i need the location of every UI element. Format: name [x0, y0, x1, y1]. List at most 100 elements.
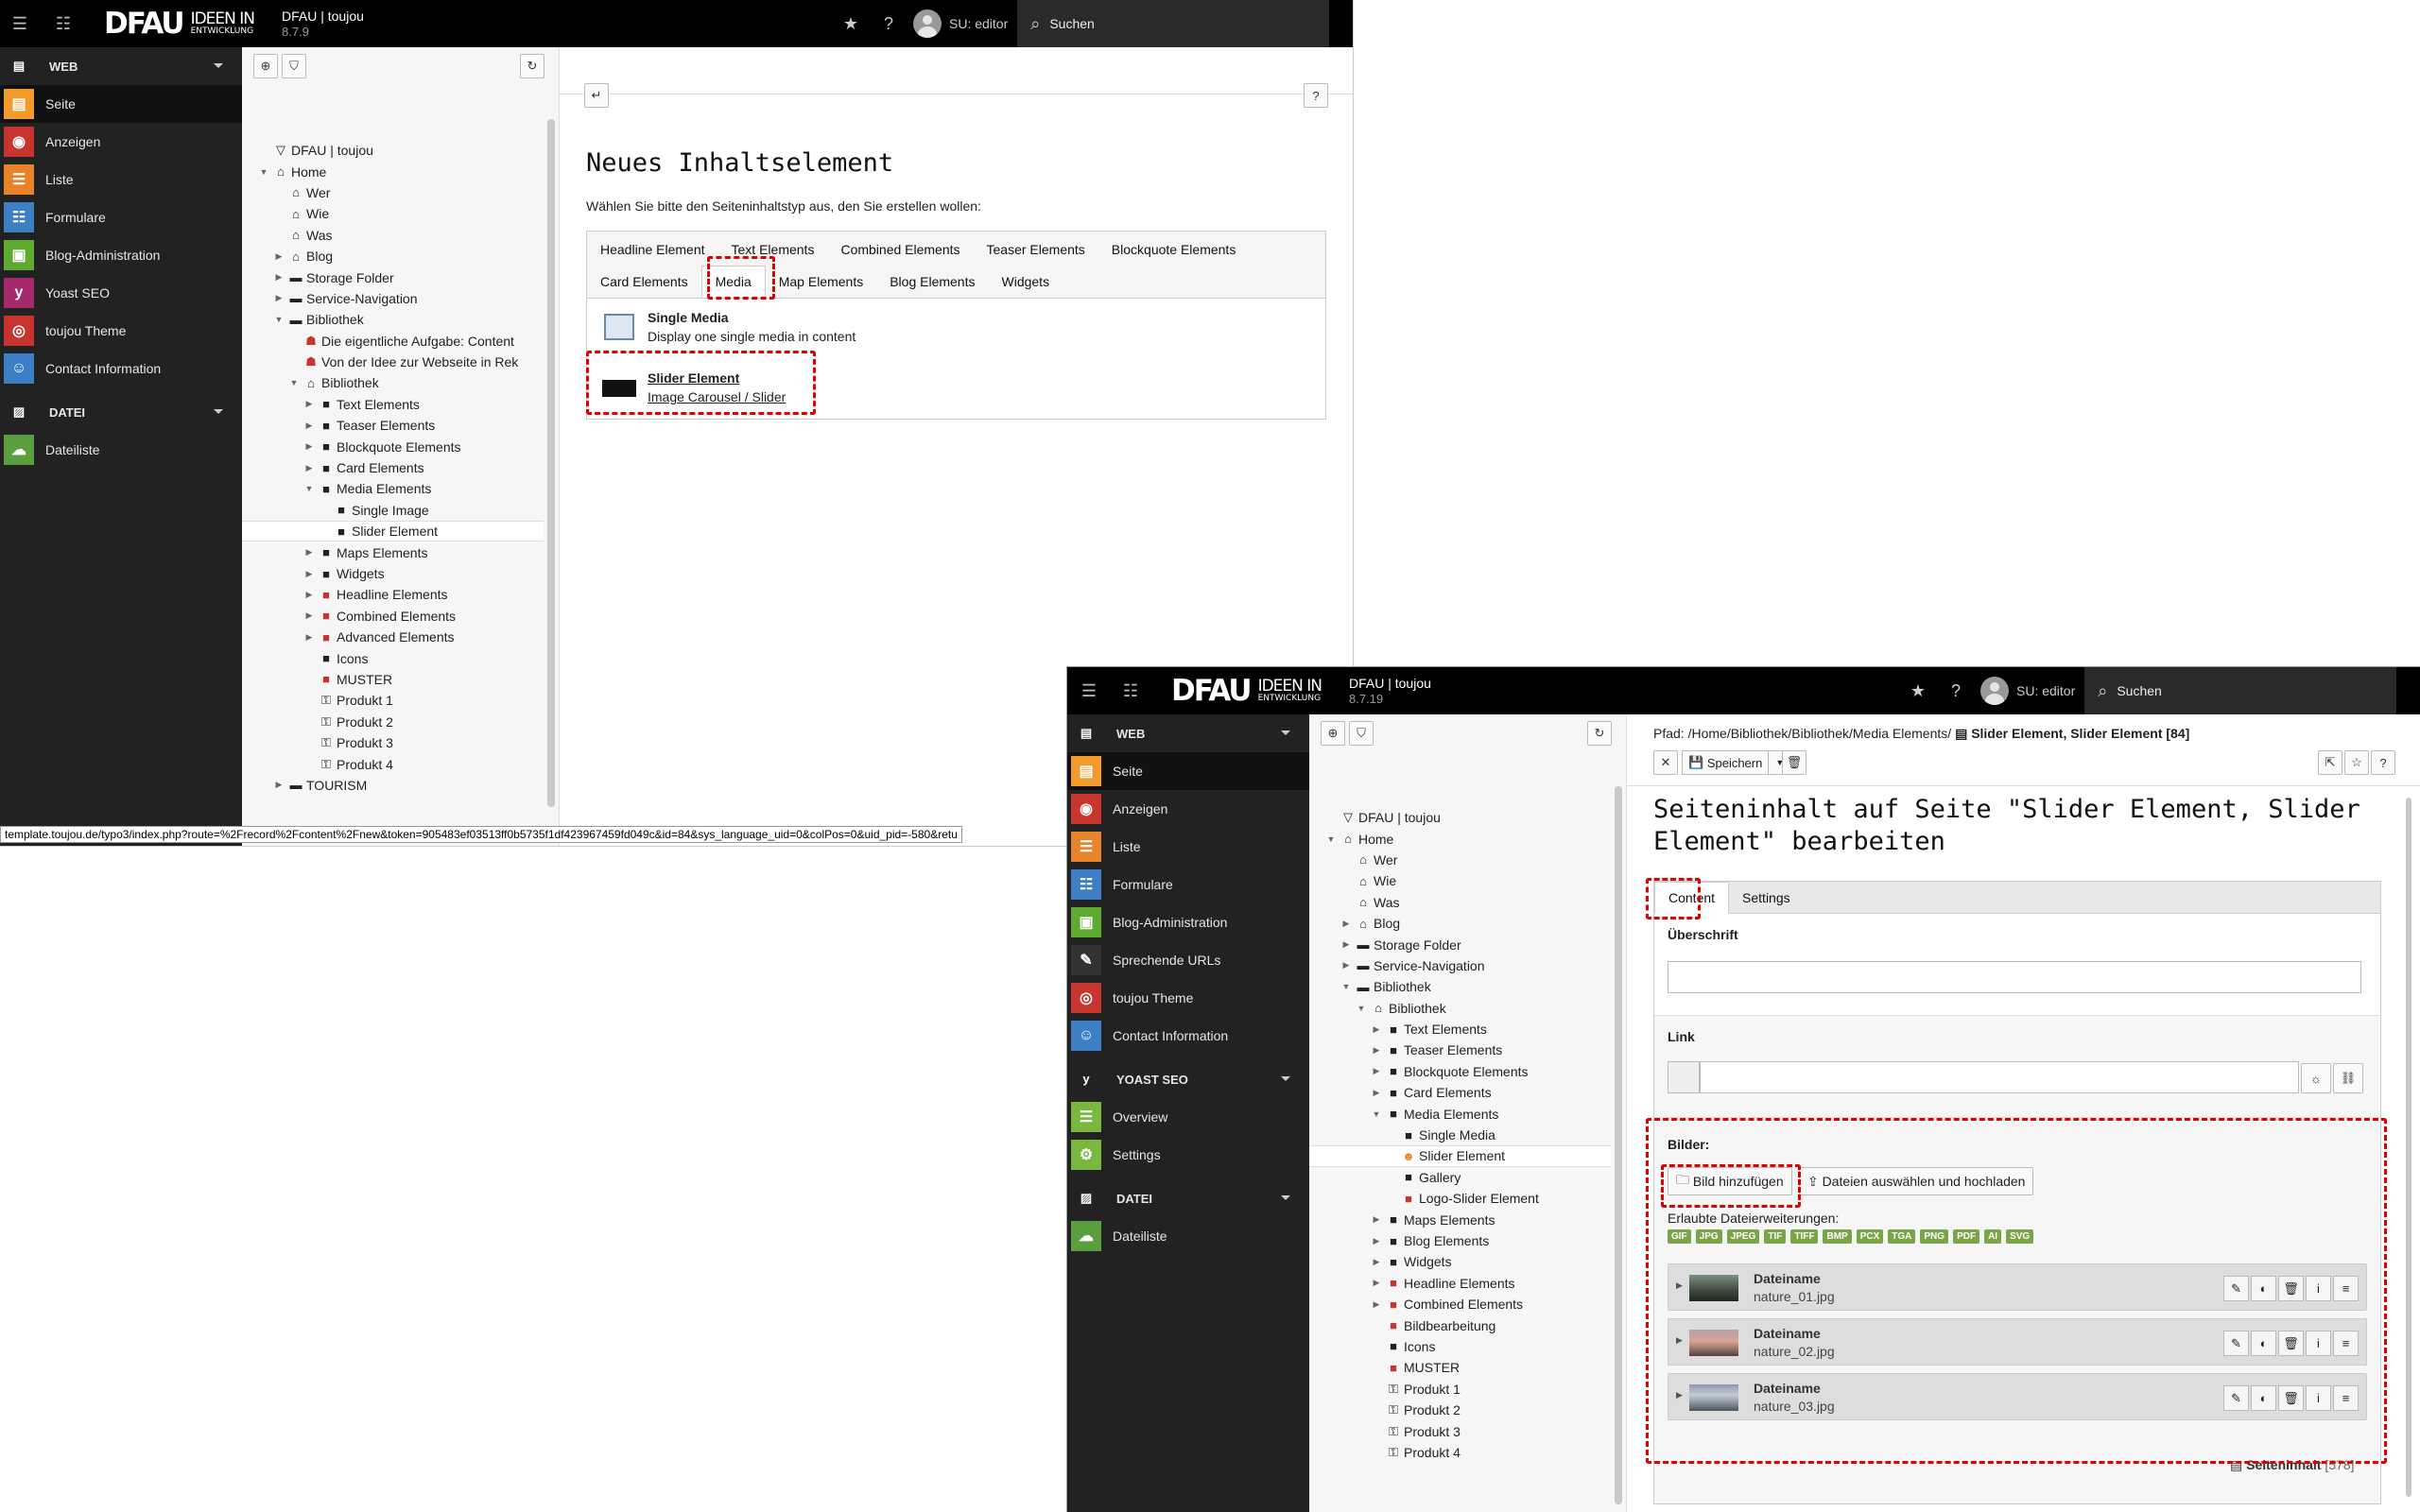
- tree-toggle-icon[interactable]: ▶: [272, 780, 285, 790]
- expand-icon[interactable]: ▶: [1676, 1390, 1683, 1400]
- drag-handle-icon[interactable]: ≡: [2333, 1276, 2359, 1301]
- tree-node-teaser-elements[interactable]: ▶ ■ Teaser Elements: [242, 415, 544, 436]
- tree-toggle-icon[interactable]: ▶: [1370, 1236, 1383, 1246]
- module-toujou-theme[interactable]: ◎ toujou Theme: [0, 312, 242, 350]
- menu-toggle-icon[interactable]: ☰: [4, 0, 36, 47]
- tree-toggle-icon[interactable]: ▶: [302, 399, 316, 409]
- wizard-slider-title[interactable]: Slider Element: [648, 370, 739, 386]
- module-dateiliste[interactable]: ☁ Dateiliste: [1067, 1217, 1309, 1255]
- list-toggle-icon[interactable]: ☷: [1115, 667, 1147, 714]
- file-row[interactable]: ▶ Dateiname nature_03.jpg ✎ ◐ 🗑 i ≡: [1668, 1373, 2367, 1420]
- tree-toggle-icon[interactable]: ▼: [1324, 834, 1338, 844]
- search[interactable]: ⌕ Suchen: [1017, 0, 1330, 47]
- module-overview[interactable]: ☰ Overview: [1067, 1098, 1309, 1136]
- help-button[interactable]: ?: [2371, 750, 2395, 775]
- tree-toggle-icon[interactable]: ▼: [1355, 1004, 1368, 1013]
- tree-node-service-navigation[interactable]: ▶ ▬ Service-Navigation: [242, 288, 544, 309]
- module-toujou-theme[interactable]: ◎ toujou Theme: [1067, 979, 1309, 1017]
- tree-toggle-icon[interactable]: ▶: [302, 569, 316, 579]
- tree-toggle-icon[interactable]: ▶: [302, 421, 316, 431]
- tree-node-service-navigation[interactable]: ▶ ▬ Service-Navigation: [1309, 955, 1611, 976]
- tree-node-icons[interactable]: ■ Icons: [242, 647, 544, 668]
- module-settings[interactable]: ⚙ Settings: [1067, 1136, 1309, 1174]
- toggle-visibility-icon[interactable]: ◐: [2251, 1385, 2276, 1411]
- tree-node-card-elements[interactable]: ▶ ■ Card Elements: [242, 457, 544, 478]
- tree-node-home[interactable]: ▼ ⌂ Home: [242, 161, 544, 181]
- pencil-icon[interactable]: ✎: [2223, 1276, 2249, 1301]
- tree-toggle-icon[interactable]: ▼: [1370, 1109, 1383, 1119]
- drag-handle-icon[interactable]: ≡: [2333, 1385, 2359, 1411]
- filter-icon[interactable]: ⛉: [1349, 721, 1374, 746]
- tree-node-single-image[interactable]: ■ Single Image: [242, 500, 544, 521]
- tree-node-single-media[interactable]: ■ Single Media: [1309, 1125, 1611, 1145]
- link-browser-icon[interactable]: ☼: [2301, 1063, 2331, 1093]
- tab-card-elements[interactable]: Card Elements: [587, 266, 701, 298]
- group-yoast-seo[interactable]: y YOAST SEO: [1067, 1060, 1309, 1098]
- list-toggle-icon[interactable]: ☷: [47, 0, 79, 47]
- search[interactable]: ⌕ Suchen: [2084, 667, 2397, 714]
- tree-node-home[interactable]: ▼ ⌂ Home: [1309, 828, 1611, 849]
- tree-node-muster[interactable]: ■ MUSTER: [1309, 1357, 1611, 1378]
- trash-icon[interactable]: 🗑: [2278, 1331, 2304, 1356]
- group-web[interactable]: ▤ WEB: [0, 47, 242, 85]
- tree-node-storage-folder[interactable]: ▶ ▬ Storage Folder: [1309, 934, 1611, 954]
- tree-node-produkt-3[interactable]: ⚿ Produkt 3: [242, 732, 544, 753]
- tree-toggle-icon[interactable]: ▶: [1370, 1214, 1383, 1225]
- tree-node-storage-folder[interactable]: ▶ ▬ Storage Folder: [242, 266, 544, 287]
- tree-toggle-icon[interactable]: ▶: [1370, 1278, 1383, 1288]
- group-datei[interactable]: ▨ DATEI: [0, 393, 242, 431]
- new-page-icon[interactable]: ⊕: [1321, 721, 1345, 746]
- tree-node-bildbearbeitung[interactable]: ■ Bildbearbeitung: [1309, 1314, 1611, 1335]
- help-button[interactable]: ?: [1304, 83, 1328, 108]
- tree-toggle-icon[interactable]: ▶: [1370, 1257, 1383, 1267]
- tab-headline-element[interactable]: Headline Element: [587, 233, 718, 266]
- close-icon[interactable]: ✕: [1653, 750, 1678, 775]
- group-web[interactable]: ▤ WEB: [1067, 714, 1309, 752]
- toggle-visibility-icon[interactable]: ◐: [2251, 1331, 2276, 1356]
- tree-toggle-icon[interactable]: ▶: [302, 441, 316, 452]
- tree-toggle-icon[interactable]: ▶: [1370, 1066, 1383, 1076]
- tree-node-wer[interactable]: ⌂ Wer: [242, 182, 544, 203]
- tree-node-blog-elements[interactable]: ▶ ■ Blog Elements: [1309, 1230, 1611, 1251]
- tree-scrollbar[interactable]: [547, 119, 555, 807]
- tree-node-combined-elements[interactable]: ▶ ■ Combined Elements: [242, 606, 544, 627]
- tree-node-maps-elements[interactable]: ▶ ■ Maps Elements: [242, 541, 544, 562]
- group-datei[interactable]: ▨ DATEI: [1067, 1179, 1309, 1217]
- tree-node-produkt-4[interactable]: ⚿ Produkt 4: [242, 753, 544, 774]
- tree-node-maps-elements[interactable]: ▶ ■ Maps Elements: [1309, 1209, 1611, 1229]
- tree-toggle-icon[interactable]: ▶: [272, 251, 285, 262]
- tree-node-media-elements[interactable]: ▼ ■ Media Elements: [1309, 1103, 1611, 1124]
- toggle-visibility-icon[interactable]: ◐: [2251, 1276, 2276, 1301]
- tab-teaser-elements[interactable]: Teaser Elements: [974, 233, 1098, 266]
- tree-toggle-icon[interactable]: ▶: [1340, 939, 1353, 950]
- module-blog-administration[interactable]: ▣ Blog-Administration: [0, 236, 242, 274]
- tree-node-produkt-2[interactable]: ⚿ Produkt 2: [242, 712, 544, 732]
- tab-blog-elements[interactable]: Blog Elements: [876, 266, 988, 298]
- tree-toggle-icon[interactable]: ▶: [302, 463, 316, 473]
- tree-toggle-icon[interactable]: ▼: [257, 167, 270, 177]
- tab-blockquote-elements[interactable]: Blockquote Elements: [1098, 233, 1250, 266]
- tree-node-produkt-3[interactable]: ⚿ Produkt 3: [1309, 1420, 1611, 1441]
- link-chain-icon[interactable]: ⛓: [2333, 1063, 2363, 1093]
- tree-node-von-der-idee-zur-webseite-in-rek[interactable]: ☗ Von der Idee zur Webseite in Rek: [242, 352, 544, 372]
- tree-node-widgets[interactable]: ▶ ■ Widgets: [242, 563, 544, 584]
- module-blog-administration[interactable]: ▣ Blog-Administration: [1067, 903, 1309, 941]
- content-scrollbar[interactable]: [2406, 798, 2411, 1497]
- chevron-down-icon[interactable]: [1281, 730, 1290, 735]
- trash-icon[interactable]: 🗑: [2278, 1385, 2304, 1411]
- module-contact-information[interactable]: ☺ Contact Information: [1067, 1017, 1309, 1055]
- tree-node-card-elements[interactable]: ▶ ■ Card Elements: [1309, 1082, 1611, 1103]
- tab-combined-elements[interactable]: Combined Elements: [827, 233, 973, 266]
- tree-node-produkt-4[interactable]: ⚿ Produkt 4: [1309, 1442, 1611, 1463]
- module-seite[interactable]: ▤ Seite: [0, 85, 242, 123]
- tree-node-dfau-toujou[interactable]: ▽ DFAU | toujou: [242, 140, 544, 161]
- tree-node-produkt-1[interactable]: ⚿ Produkt 1: [242, 690, 544, 711]
- tree-node-wer[interactable]: ⌂ Wer: [1309, 850, 1611, 870]
- tree-node-gallery[interactable]: ■ Gallery: [1309, 1167, 1611, 1188]
- tree-node-produkt-2[interactable]: ⚿ Produkt 2: [1309, 1400, 1611, 1420]
- tree-toggle-icon[interactable]: ▶: [1370, 1088, 1383, 1098]
- tab-text-elements[interactable]: Text Elements: [718, 233, 828, 266]
- tree-node-wie[interactable]: ⌂ Wie: [1309, 870, 1611, 891]
- module-anzeigen[interactable]: ◉ Anzeigen: [0, 123, 242, 161]
- tree-node-headline-elements[interactable]: ▶ ■ Headline Elements: [1309, 1273, 1611, 1294]
